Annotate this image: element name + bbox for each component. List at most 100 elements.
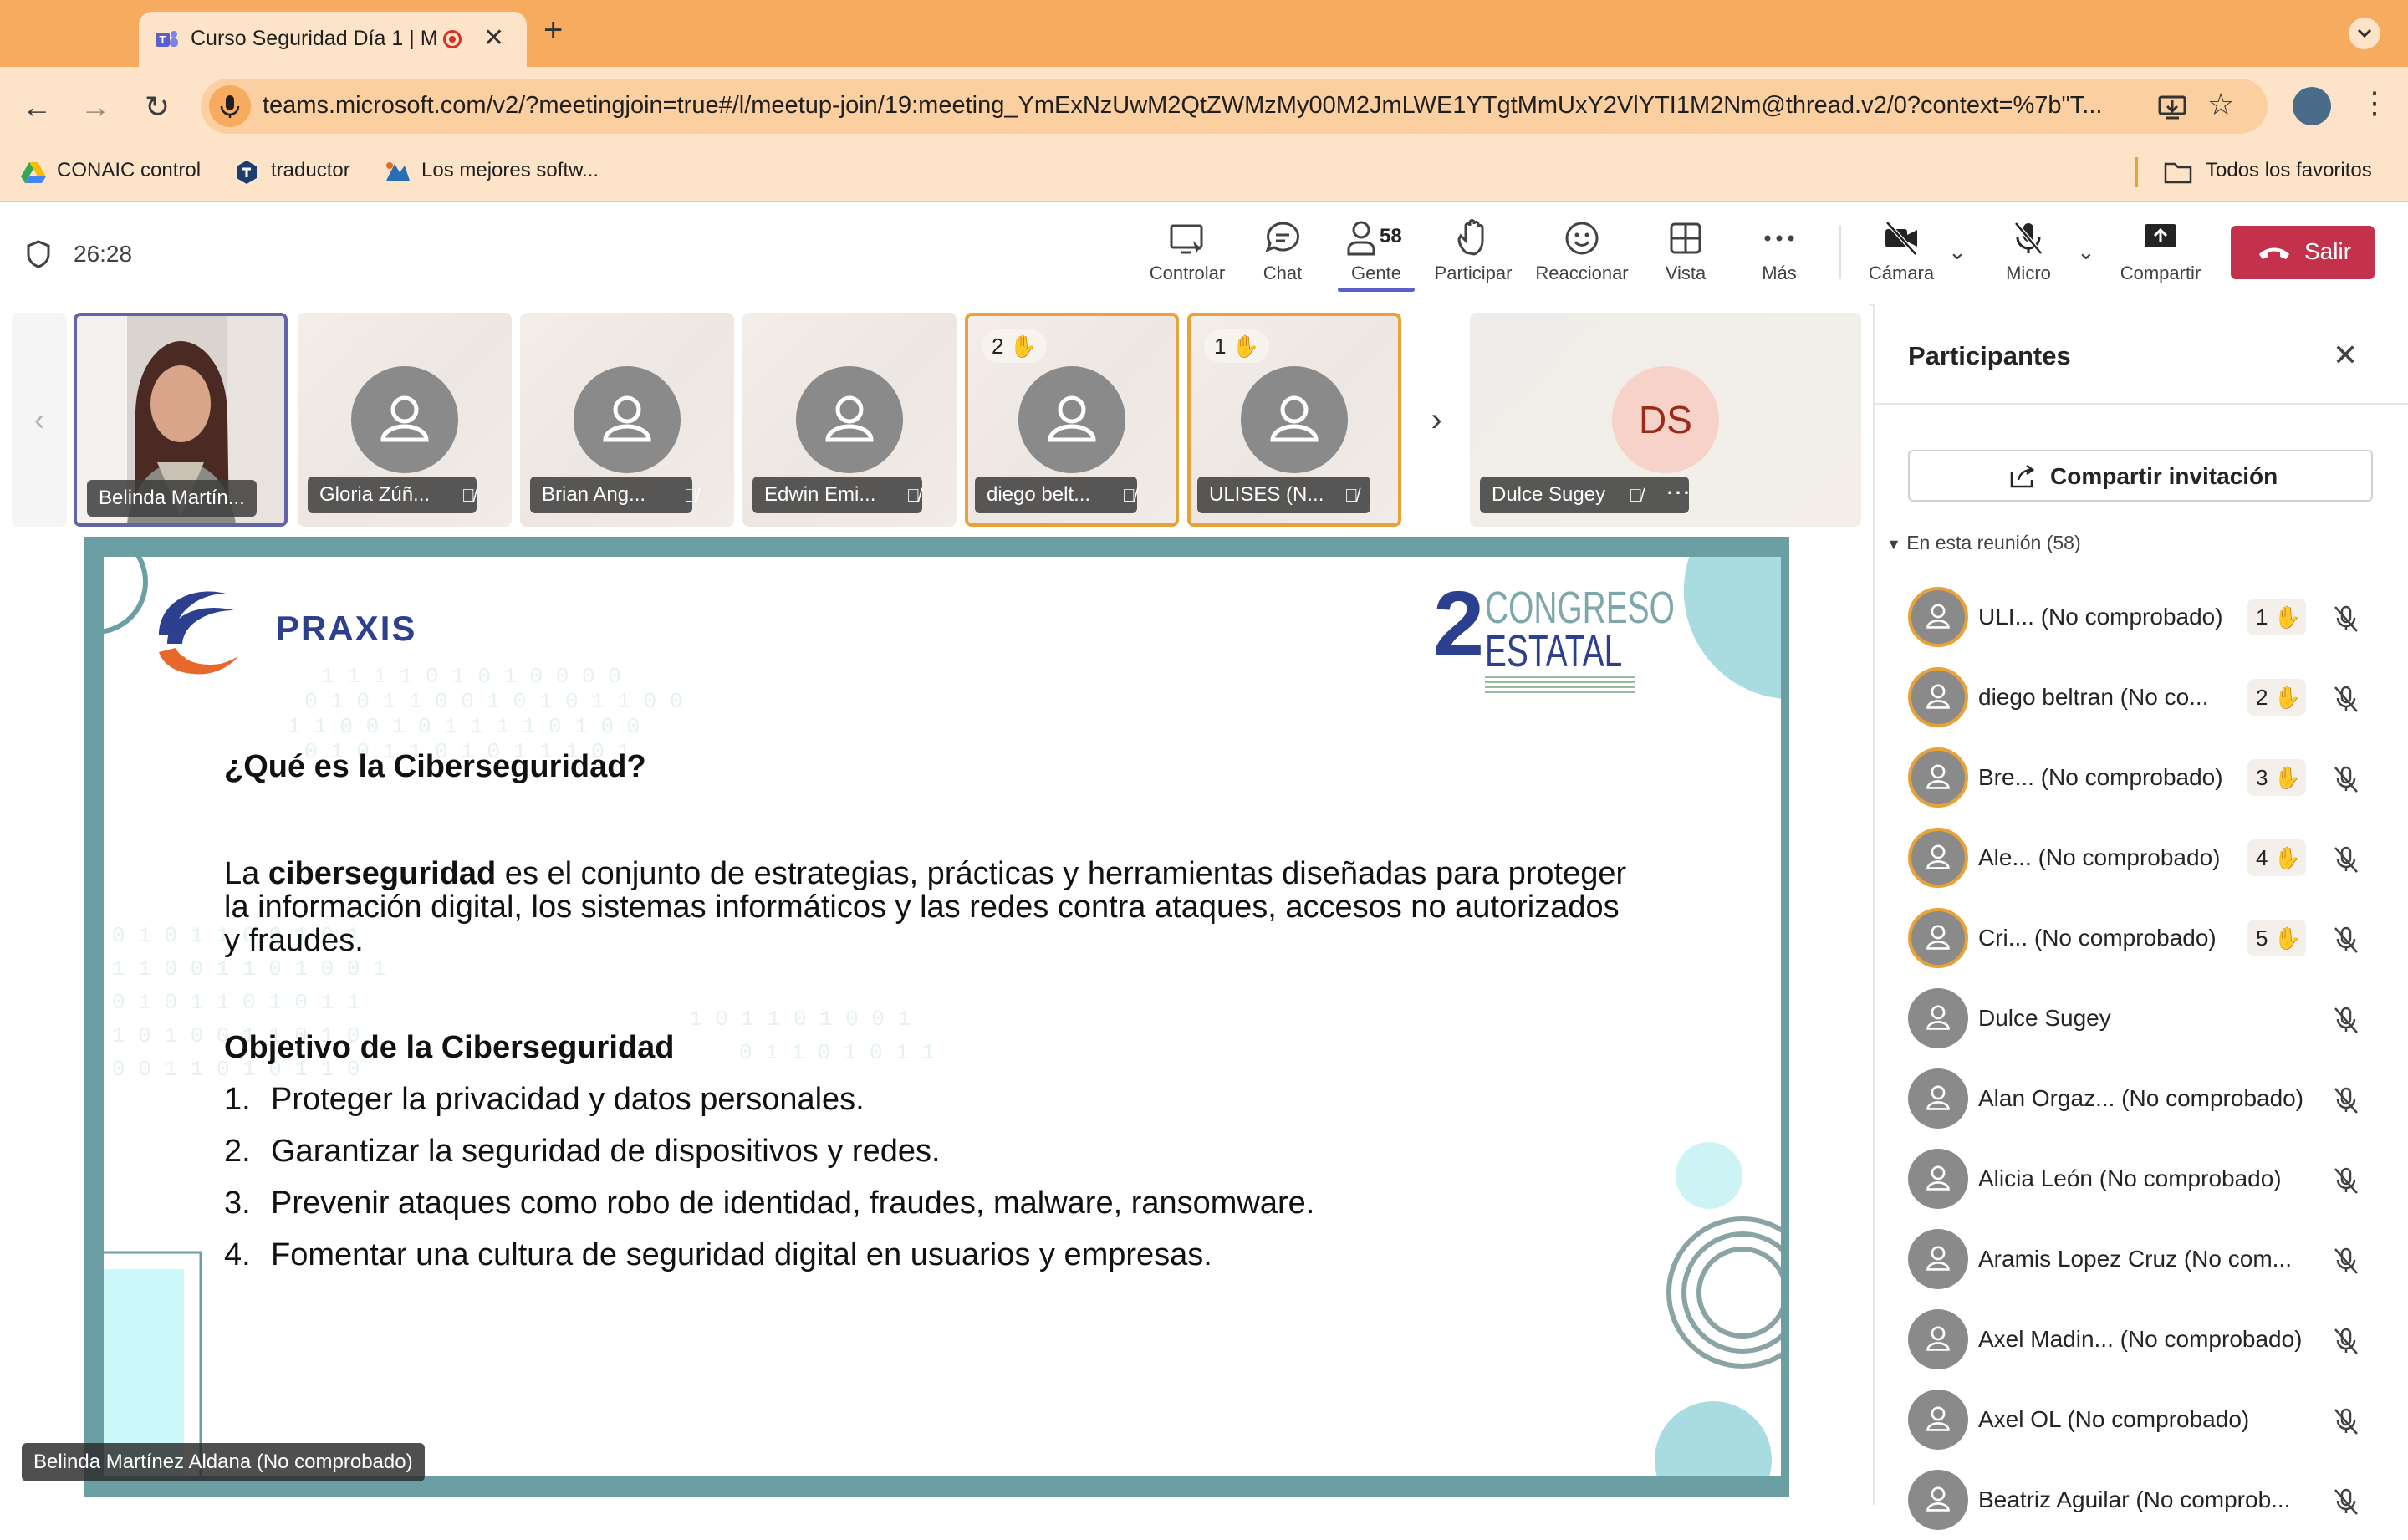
participant-tile-dulce[interactable]: DS Dulce Sugey 🎙̸ ⋯	[1470, 313, 1861, 527]
raised-hand-icon: ✋	[1009, 334, 1038, 359]
browser-tab-active[interactable]: T Curso Seguridad Día 1 | M ✕	[139, 12, 527, 67]
in-meeting-section-header[interactable]: ▼ En esta reunión (58)	[1886, 532, 2081, 554]
avatar	[1018, 366, 1125, 473]
avatar	[1908, 1390, 1968, 1450]
avatar	[1908, 1149, 1968, 1209]
objective-4-text: Fomentar una cultura de seguridad digita…	[271, 1237, 1212, 1272]
all-bookmarks[interactable]: Todos los favoritos	[2206, 159, 2372, 182]
mic-off-icon	[2331, 1246, 2361, 1276]
participant-row[interactable]: Beatriz Aguilar (No comprob...	[1908, 1460, 2393, 1540]
mic-button[interactable]: Micro	[1978, 219, 2079, 284]
leave-button[interactable]: Salir	[2231, 226, 2375, 279]
thumbnails-prev-icon[interactable]: ‹	[12, 313, 67, 527]
software-bookmark-icon	[386, 162, 410, 181]
participant-tile-brian[interactable]: Brian Ang... 🎙̸	[520, 313, 734, 527]
toolbar-divider	[1839, 226, 1841, 279]
raised-hand-badge: 1 ✋	[2247, 599, 2306, 635]
participant-row[interactable]: Cri... (No comprobado) 5 ✋	[1908, 898, 2393, 978]
share-screen-icon	[2145, 224, 2176, 247]
site-info-mic-icon[interactable]	[209, 85, 251, 127]
more-label: Más	[1762, 263, 1797, 283]
close-panel-icon[interactable]: ✕	[2333, 338, 2358, 373]
meeting-timer: 26:28	[74, 241, 133, 267]
raised-hand-badge: 2 ✋	[982, 329, 1048, 363]
more-button[interactable]: Más	[1729, 219, 1829, 284]
bookmark-conaic[interactable]: CONAIC control	[57, 159, 201, 182]
participant-row[interactable]: Bre... (No comprobado) 3 ✋	[1908, 737, 2393, 818]
avatar	[574, 366, 681, 473]
raised-hand-icon: ✋	[2273, 845, 2302, 870]
people-count: 58	[1380, 225, 1402, 247]
forward-icon[interactable]: →	[75, 87, 115, 127]
participant-row[interactable]: Dulce Sugey	[1908, 978, 2393, 1058]
camera-options-chevron-icon[interactable]: ⌄	[1948, 239, 1967, 265]
avatar	[1908, 828, 1968, 888]
participant-tile-gloria[interactable]: Gloria Zúñ... 🎙̸	[298, 313, 512, 527]
view-button[interactable]: Vista	[1635, 219, 1736, 284]
bookmark-mejores-software[interactable]: Los mejores softw...	[421, 159, 599, 182]
praxis-logo-text: PRAXIS	[276, 609, 417, 648]
teams-icon: T	[156, 31, 178, 47]
profile-avatar[interactable]	[2293, 87, 2331, 125]
slide-decorations: 1 1 1 1 0 1 0 1 0 0 0 0 0 1 0 1 1 0 0 1 …	[104, 557, 1781, 1476]
participant-video-belinda[interactable]: Belinda Martín...	[74, 313, 288, 527]
participant-name: Beatriz Aguilar (No comprob...	[1978, 1486, 2291, 1512]
new-tab-button[interactable]: +	[543, 12, 563, 49]
browser-menu-icon[interactable]: ⋮	[2360, 85, 2390, 120]
participant-row[interactable]: Ale... (No comprobado) 4 ✋	[1908, 818, 2393, 898]
install-app-icon[interactable]	[2155, 90, 2189, 124]
translator-icon	[237, 161, 257, 184]
participant-tile-diego[interactable]: 2 ✋ diego belt... 🎙̸	[965, 313, 1179, 527]
participant-tile-ulises[interactable]: 1 ✋ ULISES (N... 🎙̸	[1187, 313, 1401, 527]
camera-button[interactable]: Cámara	[1851, 219, 1951, 284]
view-label: Vista	[1665, 263, 1707, 283]
participant-row[interactable]: Alan Orgaz... (No comprobado)	[1908, 1058, 2393, 1139]
panel-divider	[1873, 403, 2408, 405]
participant-row[interactable]: Alicia León (No comprobado)	[1908, 1139, 2393, 1219]
tab-search-chevron-icon[interactable]	[2348, 17, 2381, 50]
participate-button[interactable]: Participar	[1423, 219, 1523, 284]
mic-options-chevron-icon[interactable]: ⌄	[2077, 239, 2095, 265]
share-invite-button[interactable]: Compartir invitación	[1908, 450, 2373, 502]
mic-off-icon	[2014, 222, 2043, 255]
reload-icon[interactable]: ↻	[137, 87, 177, 127]
objective-1-number: 1.	[224, 1082, 251, 1117]
avatar	[1908, 988, 1968, 1048]
mic-off-icon: 🎙̸	[1122, 485, 1136, 506]
back-icon[interactable]: ←	[17, 87, 57, 127]
initials-avatar: DS	[1612, 366, 1719, 473]
thumbnail-name-label: diego belt...	[975, 477, 1138, 513]
mic-off-icon	[2331, 925, 2361, 955]
participant-row[interactable]: Axel OL (No comprobado)	[1908, 1379, 2393, 1460]
more-options-icon[interactable]: ⋯	[1666, 478, 1691, 507]
raised-hand-icon: ✋	[1232, 334, 1260, 359]
hand-queue-number: 1	[2256, 604, 2268, 630]
svg-text:T: T	[160, 33, 166, 46]
participant-row[interactable]: diego beltran (No co... 2 ✋	[1908, 657, 2393, 737]
bookmark-traductor[interactable]: traductor	[271, 159, 350, 182]
hand-queue-number: 2	[992, 334, 1004, 359]
hand-queue-number: 5	[2256, 926, 2268, 951]
participant-row[interactable]: Aramis Lopez Cruz (No com...	[1908, 1219, 2393, 1299]
avatar	[1908, 1309, 1968, 1369]
share-button[interactable]: Compartir	[2110, 219, 2211, 284]
folder-icon	[2164, 162, 2192, 184]
participant-tile-edwin[interactable]: Edwin Emi... 🎙̸	[742, 313, 957, 527]
congress-subtitle-graphic	[1485, 676, 1635, 694]
people-button[interactable]: 58 Gente	[1326, 219, 1426, 292]
control-button[interactable]: Controlar	[1137, 219, 1237, 284]
thumbnails-next-icon[interactable]: ›	[1411, 313, 1462, 527]
shield-icon[interactable]	[25, 239, 52, 269]
react-button[interactable]: Reaccionar	[1532, 219, 1632, 284]
bookmark-star-icon[interactable]: ☆	[2207, 87, 2234, 122]
tab-close-icon[interactable]: ✕	[483, 23, 504, 53]
emoji-icon	[1565, 222, 1599, 255]
participant-row[interactable]: Axel Madin... (No comprobado)	[1908, 1299, 2393, 1379]
screen-control-icon	[1170, 224, 1203, 254]
mic-off-icon	[2331, 1326, 2361, 1356]
participant-row[interactable]: ULI... (No comprobado) 1 ✋	[1908, 577, 2393, 657]
objective-2-text: Garantizar la seguridad de dispositivos …	[271, 1134, 941, 1169]
chat-button[interactable]: Chat	[1232, 219, 1333, 284]
collapse-triangle-icon: ▼	[1886, 536, 1901, 553]
recording-icon	[443, 30, 462, 48]
